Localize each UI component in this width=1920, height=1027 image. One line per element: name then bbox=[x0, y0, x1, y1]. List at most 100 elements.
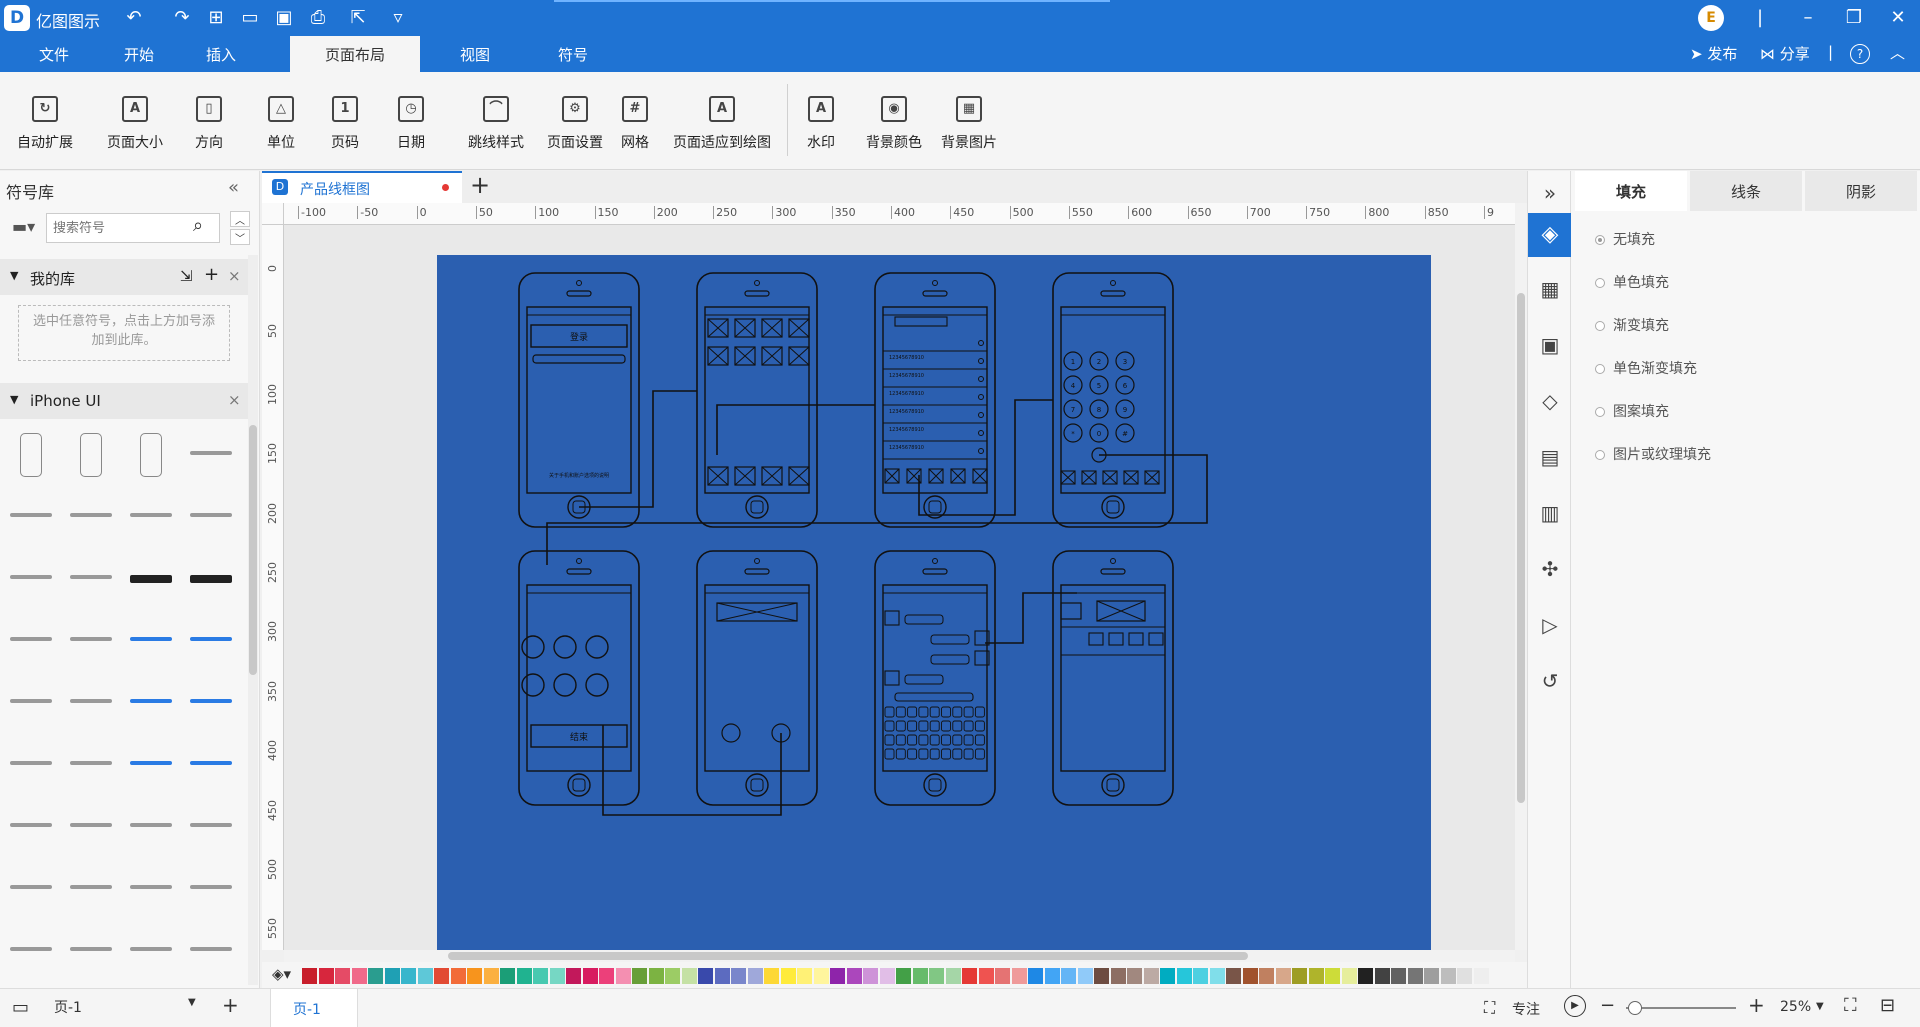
expand-panel-icon[interactable]: » bbox=[1534, 177, 1566, 209]
share-button[interactable]: ⋈ 分享 bbox=[1760, 43, 1810, 64]
color-swatch[interactable] bbox=[582, 968, 598, 984]
menu-tab-0[interactable]: 文件 bbox=[24, 36, 84, 72]
ribbon-button-12[interactable]: ▦ 背景图片 bbox=[932, 82, 1006, 162]
horizontal-scroll-thumb[interactable] bbox=[448, 952, 1248, 960]
export-icon[interactable]: ⇱ bbox=[346, 6, 370, 30]
color-swatch[interactable] bbox=[764, 968, 779, 984]
symbol-thumbnail[interactable] bbox=[124, 427, 178, 483]
symbol-thumbnail[interactable] bbox=[124, 737, 178, 793]
color-swatch[interactable] bbox=[1308, 968, 1324, 984]
color-swatch[interactable] bbox=[516, 968, 532, 984]
color-swatch[interactable] bbox=[533, 968, 548, 984]
color-swatch[interactable] bbox=[863, 968, 878, 984]
color-swatch[interactable] bbox=[1077, 968, 1093, 984]
color-swatch[interactable] bbox=[1127, 968, 1142, 984]
symbol-thumbnail[interactable] bbox=[124, 861, 178, 917]
collapse-ribbon-icon[interactable]: ︿ bbox=[1890, 42, 1905, 63]
color-swatch[interactable] bbox=[1440, 968, 1456, 984]
fit-page-icon[interactable]: ⛶ bbox=[1844, 995, 1857, 1016]
color-swatch[interactable] bbox=[1407, 968, 1423, 984]
color-swatch[interactable] bbox=[1457, 968, 1472, 984]
zoom-slider[interactable] bbox=[1626, 1001, 1736, 1015]
page-list-icon[interactable]: ▭ bbox=[12, 997, 29, 1018]
color-swatch[interactable] bbox=[698, 968, 713, 984]
symbol-thumbnail[interactable] bbox=[4, 427, 58, 483]
add-page-icon[interactable]: + bbox=[222, 993, 239, 1017]
history-icon[interactable]: ↺ bbox=[1534, 665, 1566, 697]
color-swatch[interactable] bbox=[1044, 968, 1060, 984]
symbol-thumbnail[interactable] bbox=[184, 427, 238, 483]
color-swatch[interactable] bbox=[1259, 968, 1274, 984]
symbol-thumbnail[interactable] bbox=[124, 675, 178, 731]
symbol-thumbnail[interactable] bbox=[4, 613, 58, 669]
color-swatch[interactable] bbox=[1061, 968, 1076, 984]
color-swatch[interactable] bbox=[549, 968, 565, 984]
menu-tab-5[interactable]: 符号 bbox=[538, 36, 608, 72]
color-swatch[interactable] bbox=[747, 968, 763, 984]
panel-scroll-thumb[interactable] bbox=[249, 425, 257, 675]
color-swatch[interactable] bbox=[1424, 968, 1439, 984]
color-swatch[interactable] bbox=[450, 968, 466, 984]
image-icon[interactable]: ▣ bbox=[1534, 329, 1566, 361]
color-swatch[interactable] bbox=[681, 968, 697, 984]
color-swatch[interactable] bbox=[384, 968, 400, 984]
search-icon[interactable]: ⌕ bbox=[193, 215, 203, 236]
vertical-scrollbar[interactable] bbox=[1515, 203, 1527, 950]
color-swatch[interactable] bbox=[434, 968, 449, 984]
undo-icon[interactable]: ↶ bbox=[122, 6, 146, 30]
menu-tab-4[interactable]: 视图 bbox=[440, 36, 510, 72]
layers-icon[interactable]: ◇ bbox=[1534, 385, 1566, 417]
color-swatch[interactable] bbox=[1275, 968, 1291, 984]
color-swatch[interactable] bbox=[615, 968, 631, 984]
redo-icon[interactable]: ↷ bbox=[170, 6, 194, 30]
symbol-thumbnail[interactable] bbox=[4, 551, 58, 607]
symbol-thumbnail[interactable] bbox=[184, 613, 238, 669]
color-swatch[interactable] bbox=[1209, 968, 1225, 984]
color-swatch[interactable] bbox=[1028, 968, 1043, 984]
fill-paint-icon[interactable]: ◈ bbox=[1528, 213, 1572, 257]
color-swatch[interactable] bbox=[665, 968, 680, 984]
ribbon-button-3[interactable]: △ 单位 bbox=[258, 82, 304, 162]
add-page-tab-icon[interactable]: + bbox=[470, 171, 490, 199]
color-swatch[interactable] bbox=[896, 968, 911, 984]
ribbon-button-1[interactable]: A 页面大小 bbox=[96, 82, 174, 162]
symbol-thumbnail[interactable] bbox=[124, 799, 178, 855]
ribbon-button-7[interactable]: ⚙ 页面设置 bbox=[540, 82, 610, 162]
color-swatch[interactable] bbox=[731, 968, 746, 984]
color-swatch[interactable] bbox=[1011, 968, 1027, 984]
page-tab[interactable]: 页-1 bbox=[270, 989, 358, 1027]
color-swatch[interactable] bbox=[879, 968, 895, 984]
search-box[interactable]: ⌕ bbox=[46, 213, 220, 243]
color-swatch[interactable] bbox=[483, 968, 499, 984]
ribbon-button-5[interactable]: ◷ 日期 bbox=[388, 82, 434, 162]
color-swatch[interactable] bbox=[962, 968, 977, 984]
ribbon-button-9[interactable]: A 页面适应到绘图 bbox=[662, 82, 782, 162]
collapse-panel-icon[interactable]: « bbox=[228, 177, 239, 198]
symbol-thumbnail[interactable] bbox=[64, 923, 118, 979]
radio-icon[interactable] bbox=[1595, 278, 1605, 288]
symbol-thumbnail[interactable] bbox=[4, 799, 58, 855]
focus-mode-icon[interactable]: ⛶ bbox=[1484, 998, 1495, 1018]
symbol-thumbnail[interactable] bbox=[124, 551, 178, 607]
color-swatch[interactable] bbox=[1358, 968, 1373, 984]
ribbon-button-0[interactable]: ↻ 自动扩展 bbox=[8, 82, 82, 162]
color-swatch[interactable] bbox=[401, 968, 416, 984]
print-icon[interactable]: ⎙ bbox=[306, 6, 330, 30]
minimize-icon[interactable]: – bbox=[1796, 6, 1820, 30]
zoom-dropdown-icon[interactable]: ▼ bbox=[1816, 1001, 1824, 1012]
wireframe-drawing[interactable]: 登录关于手机和账户选项的说明12345678910123456789101234… bbox=[437, 255, 1431, 950]
color-swatch[interactable] bbox=[302, 968, 317, 984]
color-swatch[interactable] bbox=[1094, 968, 1109, 984]
radio-icon[interactable] bbox=[1595, 235, 1605, 245]
color-swatch[interactable] bbox=[813, 968, 829, 984]
symbol-thumbnail[interactable] bbox=[184, 489, 238, 545]
color-swatch[interactable] bbox=[1374, 968, 1390, 984]
symbol-thumbnail[interactable] bbox=[124, 489, 178, 545]
ribbon-button-4[interactable]: 1 页码 bbox=[322, 82, 368, 162]
new-file-icon[interactable]: ⊞ bbox=[204, 6, 228, 30]
color-swatch[interactable] bbox=[1292, 968, 1307, 984]
color-swatch[interactable] bbox=[1341, 968, 1357, 984]
color-swatch[interactable] bbox=[1176, 968, 1192, 984]
restore-icon[interactable]: ❐ bbox=[1842, 6, 1866, 30]
panel-scrollbar[interactable] bbox=[248, 255, 258, 985]
